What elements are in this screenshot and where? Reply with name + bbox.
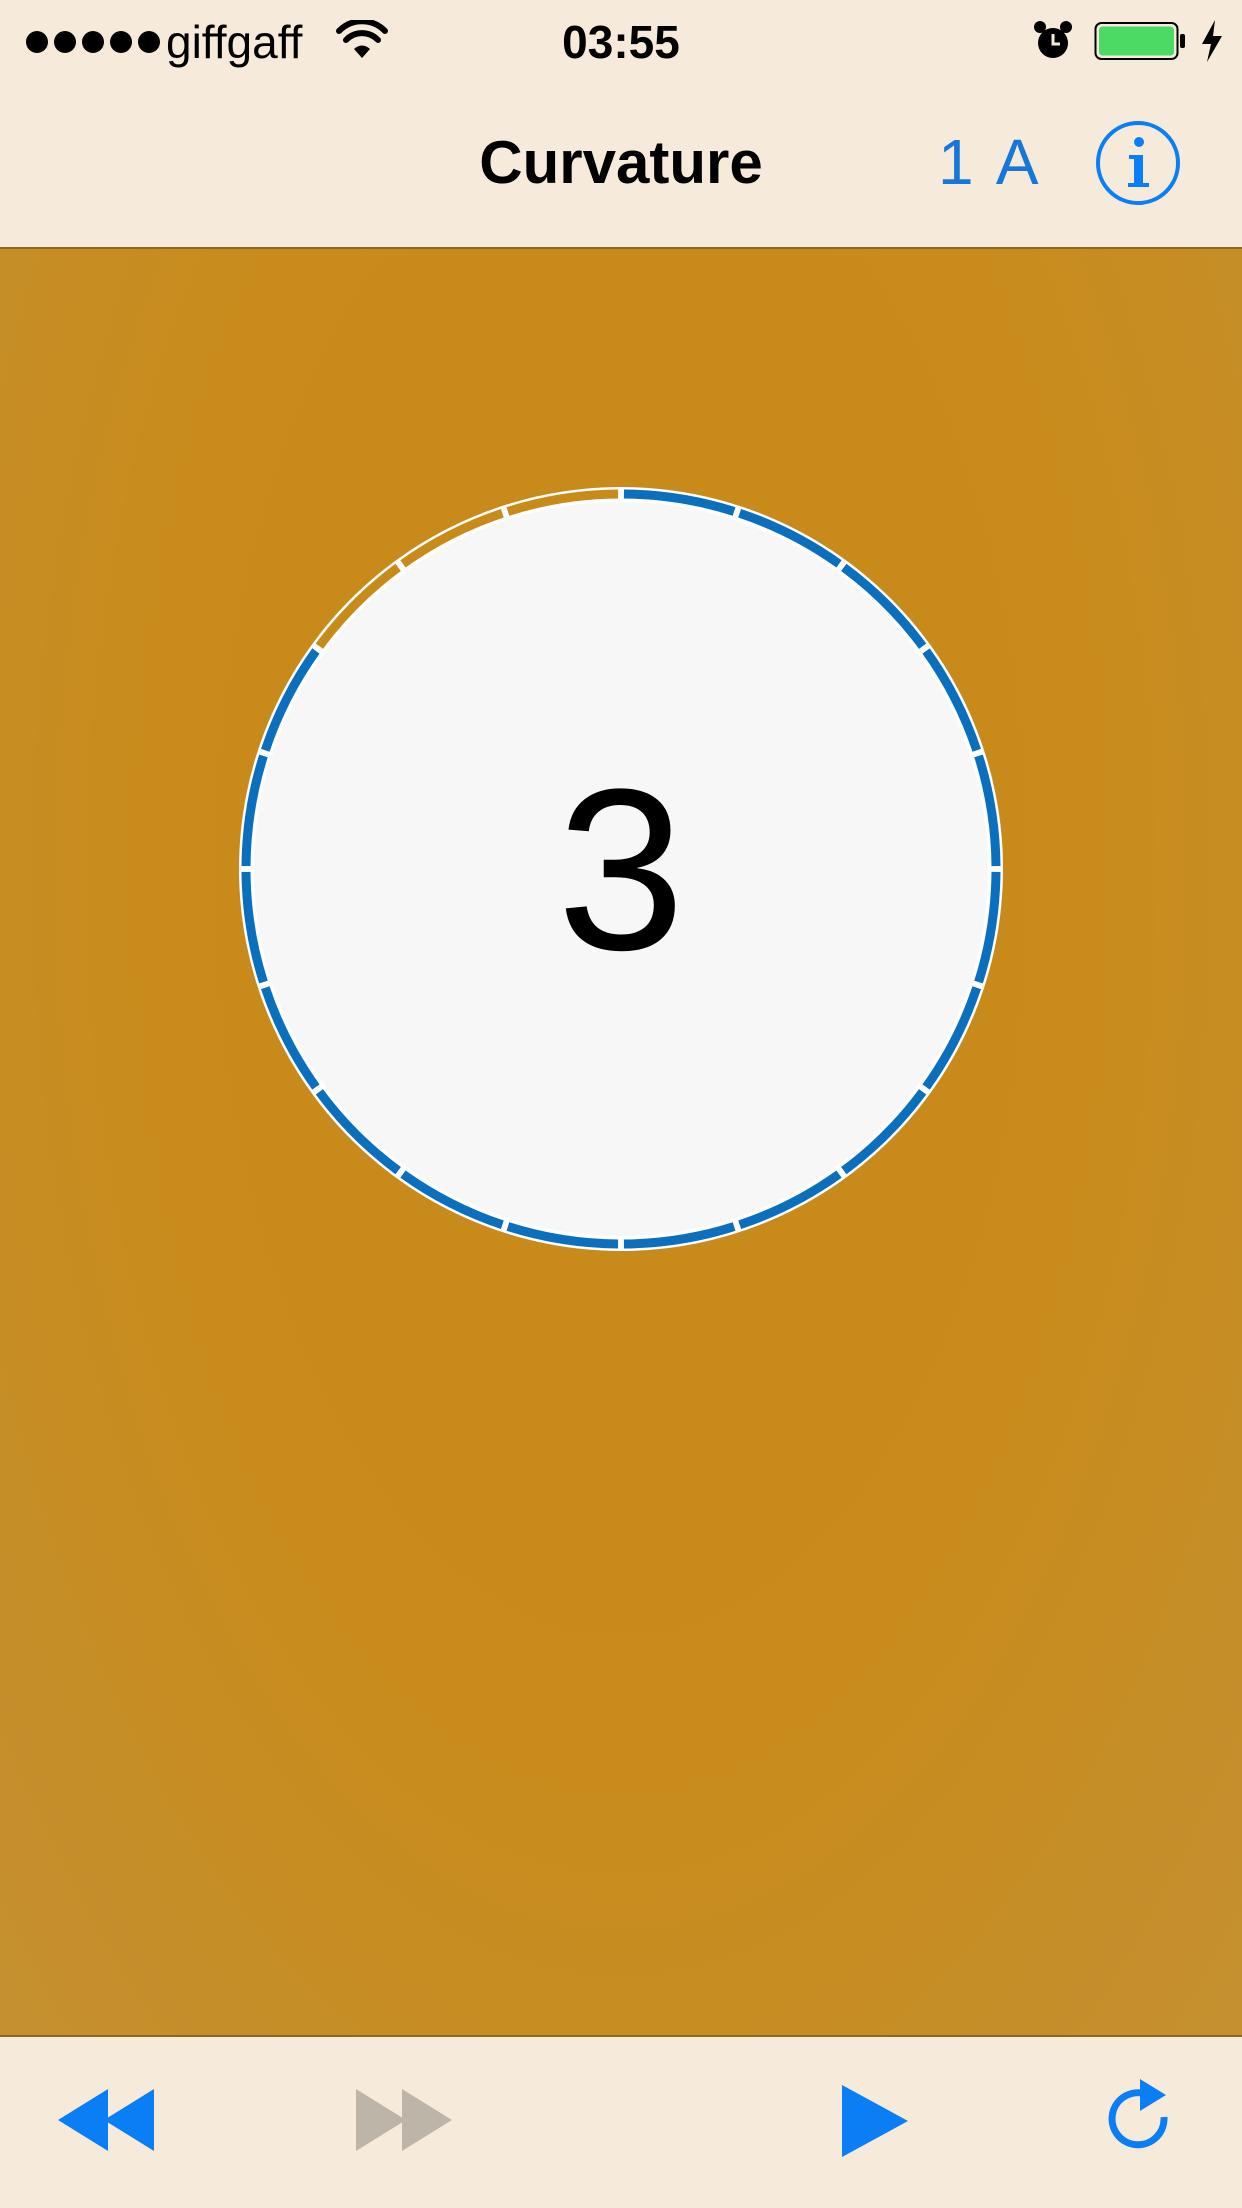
charging-icon xyxy=(1202,20,1222,62)
countdown-number: 3 xyxy=(557,741,685,998)
playback-toolbar xyxy=(0,2035,1242,2208)
info-icon[interactable] xyxy=(1095,120,1181,206)
page-title: Curvature xyxy=(479,129,763,196)
level-selector-button[interactable]: 1 A xyxy=(938,126,1043,198)
rewind-icon[interactable] xyxy=(58,2087,158,2153)
navigation-bar: Curvature 1 A xyxy=(0,84,1242,249)
battery-icon xyxy=(1094,22,1185,60)
alarm-icon xyxy=(1034,21,1072,58)
restart-icon[interactable] xyxy=(1104,2077,1180,2163)
play-icon[interactable] xyxy=(840,2083,910,2159)
status-bar: giffgaff 03:55 xyxy=(0,0,1242,84)
fast-forward-icon[interactable] xyxy=(354,2087,454,2153)
